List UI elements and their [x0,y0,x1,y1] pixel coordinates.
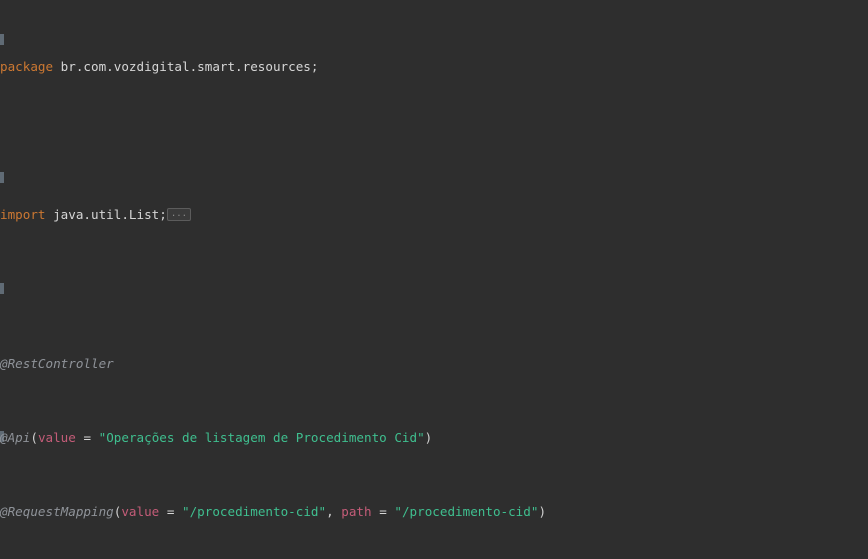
annotation-request-mapping: @RequestMapping [0,504,114,520]
annotation-attr-value: value [121,504,160,520]
code-line-3[interactable]: import java.util.List;... [0,206,868,225]
code-editor-pane[interactable]: package br.com.vozdigital.smart.resource… [0,0,868,559]
code-line-6[interactable]: @Api(value = "Operações de listagem de P… [0,429,868,448]
annotation-api: @Api [0,429,31,445]
code-line-7[interactable]: @RequestMapping(value = "/procedimento-c… [0,503,868,522]
annotation-attr-value: value [37,429,76,445]
string-request-mapping-value: "/procedimento-cid" [182,504,327,520]
annotation-rest-controller: @RestController [0,355,114,371]
import-name: java.util.List [53,207,160,223]
string-request-mapping-path: "/procedimento-cid" [394,504,539,520]
package-name: br.com.vozdigital.smart.resources [60,58,311,74]
folded-imports-icon[interactable]: ... [166,208,192,222]
annotation-attr-path: path [341,504,372,520]
code-line-1[interactable]: package br.com.vozdigital.smart.resource… [0,58,868,77]
code-content[interactable]: package br.com.vozdigital.smart.resource… [0,0,868,559]
string-api-value: "Operações de listagem de Procedimento C… [98,429,425,445]
code-line-5[interactable]: @RestController [0,355,868,374]
